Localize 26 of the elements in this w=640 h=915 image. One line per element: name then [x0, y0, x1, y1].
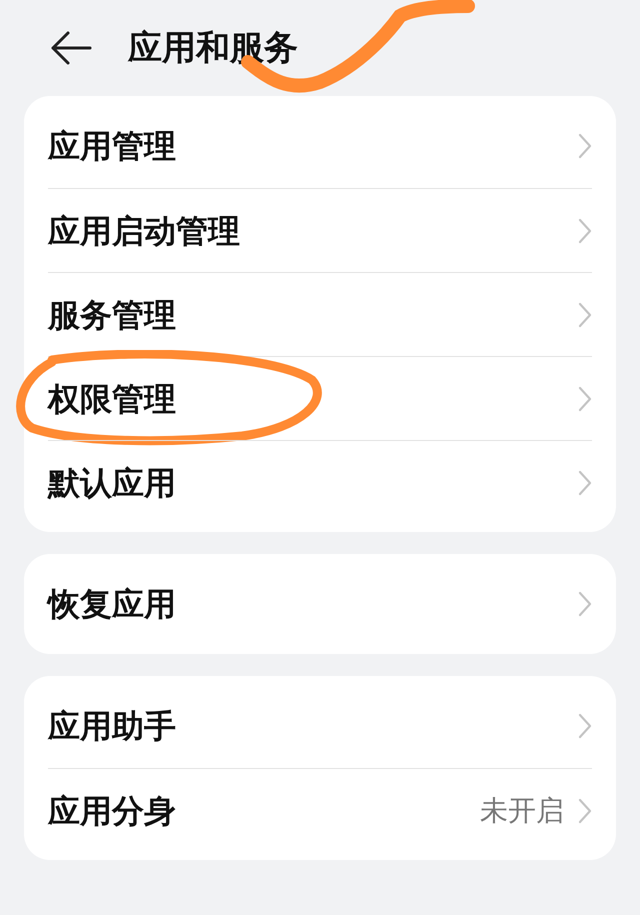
chevron-right-icon	[578, 386, 592, 412]
chevron-right-icon	[578, 302, 592, 328]
row-label: 应用助手	[48, 706, 176, 747]
back-arrow-icon[interactable]	[50, 30, 92, 66]
row-label: 应用管理	[48, 126, 176, 167]
chevron-right-icon	[578, 713, 592, 739]
settings-row[interactable]: 恢复应用	[48, 562, 592, 646]
chevron-right-icon	[578, 470, 592, 496]
chevron-right-icon	[578, 218, 592, 244]
row-label: 默认应用	[48, 462, 176, 504]
chevron-right-icon	[578, 133, 592, 159]
settings-row[interactable]: 应用管理	[48, 104, 592, 188]
settings-row[interactable]: 应用启动管理	[48, 188, 592, 272]
settings-row[interactable]: 服务管理	[48, 272, 592, 356]
row-label: 服务管理	[48, 294, 176, 336]
row-label: 应用分身	[48, 790, 176, 832]
settings-row[interactable]: 默认应用	[48, 440, 592, 524]
row-label: 应用启动管理	[48, 210, 240, 252]
settings-row[interactable]: 应用分身 未开启	[48, 768, 592, 852]
row-label: 恢复应用	[48, 584, 176, 625]
settings-row[interactable]: 权限管理	[48, 356, 592, 440]
chevron-right-icon	[578, 798, 592, 824]
row-label: 权限管理	[48, 378, 176, 420]
row-value: 未开启	[480, 792, 564, 828]
settings-row[interactable]: 应用助手	[48, 684, 592, 768]
chevron-right-icon	[578, 591, 592, 617]
